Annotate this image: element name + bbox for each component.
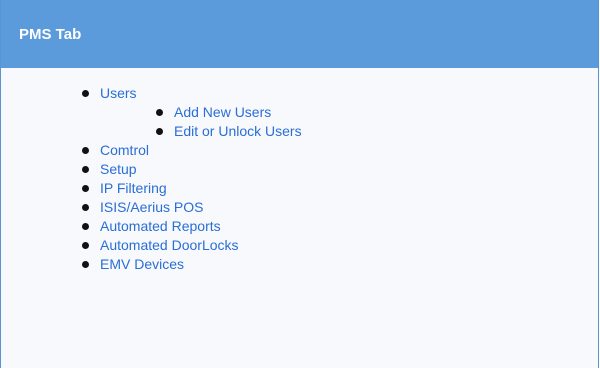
toc-item-setup: Setup: [1, 160, 598, 179]
bullet-icon: [156, 128, 163, 135]
toc-item-edit-or-unlock-users: Edit or Unlock Users: [1, 122, 598, 141]
bullet-icon: [82, 147, 89, 154]
bullet-icon: [82, 166, 89, 173]
toc-link-automated-doorlocks[interactable]: Automated DoorLocks: [100, 236, 239, 255]
bullet-icon: [82, 204, 89, 211]
panel-header: PMS Tab: [1, 0, 598, 68]
toc-item-isis-aerius-pos: ISIS/Aerius POS: [1, 198, 598, 217]
panel-body: Users Add New Users Edit or Unlock Users…: [1, 68, 598, 274]
panel-title: PMS Tab: [19, 25, 82, 43]
toc-item-ip-filtering: IP Filtering: [1, 179, 598, 198]
toc-item-add-new-users: Add New Users: [1, 103, 598, 122]
toc-item-automated-doorlocks: Automated DoorLocks: [1, 236, 598, 255]
toc-link-comtrol[interactable]: Comtrol: [100, 141, 149, 160]
bullet-icon: [156, 109, 163, 116]
toc-link-add-new-users[interactable]: Add New Users: [174, 103, 271, 122]
bullet-icon: [82, 223, 89, 230]
toc-link-edit-or-unlock-users[interactable]: Edit or Unlock Users: [174, 122, 302, 141]
toc-link-setup[interactable]: Setup: [100, 160, 137, 179]
table-of-contents: Users Add New Users Edit or Unlock Users…: [1, 84, 598, 274]
bullet-icon: [82, 261, 89, 268]
toc-link-users[interactable]: Users: [100, 84, 137, 103]
toc-link-ip-filtering[interactable]: IP Filtering: [100, 179, 167, 198]
toc-link-isis-aerius-pos[interactable]: ISIS/Aerius POS: [100, 198, 203, 217]
bullet-icon: [82, 242, 89, 249]
toc-item-emv-devices: EMV Devices: [1, 255, 598, 274]
bullet-icon: [82, 90, 89, 97]
toc-item-automated-reports: Automated Reports: [1, 217, 598, 236]
toc-link-emv-devices[interactable]: EMV Devices: [100, 255, 184, 274]
toc-item-users: Users: [1, 84, 598, 103]
toc-link-automated-reports[interactable]: Automated Reports: [100, 217, 221, 236]
bullet-icon: [82, 185, 89, 192]
toc-item-comtrol: Comtrol: [1, 141, 598, 160]
pms-tab-panel: PMS Tab Users Add New Users Edit or Unlo…: [0, 0, 599, 368]
